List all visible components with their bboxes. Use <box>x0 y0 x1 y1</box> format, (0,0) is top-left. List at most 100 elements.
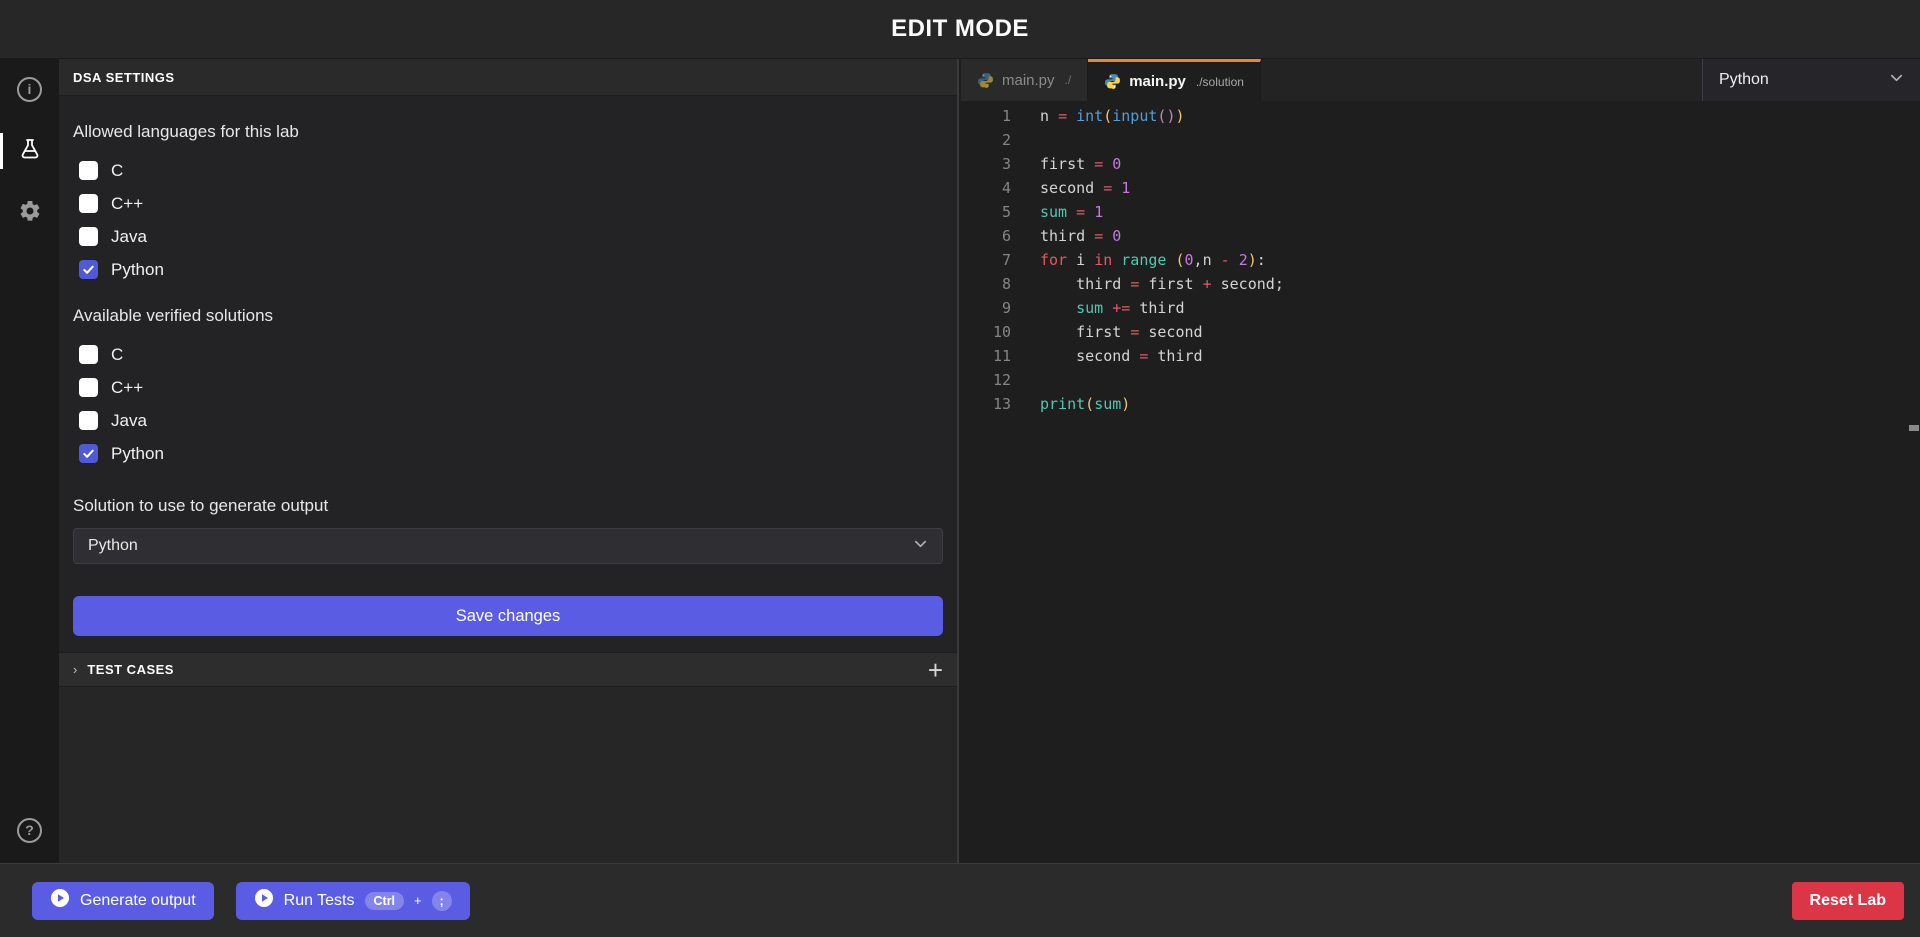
line-number: 4 <box>961 176 1011 200</box>
checkbox-row-java[interactable]: Java <box>73 220 943 253</box>
checkbox-unchecked[interactable] <box>79 194 98 213</box>
settings-button[interactable] <box>0 191 59 235</box>
checkbox-row-python[interactable]: Python <box>73 437 943 470</box>
shortcut-plus: + <box>414 893 422 908</box>
code-text: for i in range (0,n - 2): <box>1011 248 1266 272</box>
code-text: print(sum) <box>1011 392 1130 416</box>
checkbox-label: C <box>111 345 123 365</box>
code-editor: main.py ./ main.py ./solution Python <box>961 59 1920 863</box>
code-line[interactable]: 6third = 0 <box>961 224 1920 248</box>
lab-settings-button[interactable] <box>0 129 59 173</box>
checkbox-row-c[interactable]: C <box>73 338 943 371</box>
code-line[interactable]: 7for i in range (0,n - 2): <box>961 248 1920 272</box>
verified-solutions-label: Available verified solutions <box>73 306 943 326</box>
code-line[interactable]: 4second = 1 <box>961 176 1920 200</box>
checkbox-unchecked[interactable] <box>79 345 98 364</box>
info-button[interactable]: i <box>0 67 59 111</box>
code-area[interactable]: 1n = int(input())23first = 04second = 15… <box>961 101 1920 416</box>
checkbox-label: Java <box>111 411 147 431</box>
checkbox-row-cpp[interactable]: C++ <box>73 187 943 220</box>
code-text <box>1011 128 1040 152</box>
tab-main-py-root[interactable]: main.py ./ <box>961 59 1088 101</box>
play-icon <box>254 888 274 913</box>
help-icon: ? <box>17 818 42 843</box>
checkbox-label: Python <box>111 260 164 280</box>
shortcut-modifier-badge: Ctrl <box>365 892 405 910</box>
settings-gear-icon <box>18 199 42 228</box>
panel-header: DSA SETTINGS <box>59 59 957 96</box>
dsa-settings-panel: DSA SETTINGS Allowed languages for this … <box>59 59 959 863</box>
verified-solutions-group: C C++ Java Python <box>73 338 943 470</box>
code-text: first = second <box>1011 320 1203 344</box>
top-header: EDIT MODE <box>0 0 1920 59</box>
checkbox-row-python[interactable]: Python <box>73 253 943 286</box>
save-changes-button[interactable]: Save changes <box>73 596 943 636</box>
checkbox-row-java[interactable]: Java <box>73 404 943 437</box>
tab-file-path: ./solution <box>1196 75 1244 89</box>
test-cases-header[interactable]: › TEST CASES + <box>59 652 957 687</box>
language-select[interactable]: Python <box>1702 59 1920 101</box>
checkbox-unchecked[interactable] <box>79 161 98 180</box>
panel-body: Allowed languages for this lab C C++ Java P… <box>59 96 957 652</box>
checkbox-label: C <box>111 161 123 181</box>
chevron-right-icon[interactable]: › <box>73 662 77 677</box>
line-number: 8 <box>961 272 1011 296</box>
line-number: 1 <box>961 104 1011 128</box>
code-line[interactable]: 8 third = first + second; <box>961 272 1920 296</box>
checkbox-unchecked[interactable] <box>79 378 98 397</box>
code-line[interactable]: 2 <box>961 128 1920 152</box>
checkbox-checked[interactable] <box>79 444 98 463</box>
tab-file-name: main.py <box>1002 72 1055 89</box>
play-icon <box>50 888 70 913</box>
generate-output-button[interactable]: Generate output <box>32 882 214 920</box>
generate-output-label: Generate output <box>80 892 196 910</box>
line-number: 12 <box>961 368 1011 392</box>
line-number: 11 <box>961 344 1011 368</box>
checkbox-row-cpp[interactable]: C++ <box>73 371 943 404</box>
code-line[interactable]: 5sum = 1 <box>961 200 1920 224</box>
code-line[interactable]: 3first = 0 <box>961 152 1920 176</box>
test-cases-title: TEST CASES <box>87 662 174 677</box>
checkbox-label: Java <box>111 227 147 247</box>
code-text: third = first + second; <box>1011 272 1284 296</box>
info-icon: i <box>17 77 42 102</box>
code-line[interactable]: 12 <box>961 368 1920 392</box>
checkbox-unchecked[interactable] <box>79 227 98 246</box>
add-test-case-button[interactable]: + <box>928 657 943 683</box>
editor-scrollbar[interactable] <box>1909 425 1919 431</box>
editor-tab-bar: main.py ./ main.py ./solution Python <box>961 59 1920 101</box>
python-icon <box>1104 73 1121 90</box>
code-line[interactable]: 13print(sum) <box>961 392 1920 416</box>
code-text: sum += third <box>1011 296 1185 320</box>
checkbox-label: C++ <box>111 194 143 214</box>
solution-select-label: Solution to use to generate output <box>73 496 943 516</box>
line-number: 3 <box>961 152 1011 176</box>
checkbox-unchecked[interactable] <box>79 411 98 430</box>
run-tests-button[interactable]: Run Tests Ctrl + ; <box>236 882 470 920</box>
code-text: first = 0 <box>1011 152 1121 176</box>
shortcut-key-badge: ; <box>432 891 452 911</box>
left-icon-rail: i ? <box>0 59 59 863</box>
line-number: 5 <box>961 200 1011 224</box>
tab-file-path: ./ <box>1065 73 1072 87</box>
app-root: EDIT MODE i ? D <box>0 0 1920 937</box>
panel-title: DSA SETTINGS <box>73 70 175 85</box>
code-line[interactable]: 1n = int(input()) <box>961 104 1920 128</box>
reset-lab-button[interactable]: Reset Lab <box>1792 882 1904 920</box>
chevron-down-icon <box>913 536 928 556</box>
tab-main-py-solution[interactable]: main.py ./solution <box>1088 59 1261 101</box>
checkbox-checked[interactable] <box>79 260 98 279</box>
help-button[interactable]: ? <box>0 808 59 852</box>
code-line[interactable]: 10 first = second <box>961 320 1920 344</box>
code-line[interactable]: 11 second = third <box>961 344 1920 368</box>
solution-select-value: Python <box>88 537 913 555</box>
bottom-action-bar: Generate output Run Tests Ctrl + ; Reset… <box>0 863 1920 937</box>
line-number: 6 <box>961 224 1011 248</box>
solution-select[interactable]: Python <box>73 528 943 564</box>
allowed-languages-label: Allowed languages for this lab <box>73 122 943 142</box>
code-lines: 1n = int(input())23first = 04second = 15… <box>961 104 1920 416</box>
checkbox-row-c[interactable]: C <box>73 154 943 187</box>
code-line[interactable]: 9 sum += third <box>961 296 1920 320</box>
page-title: EDIT MODE <box>891 15 1029 43</box>
line-number: 10 <box>961 320 1011 344</box>
